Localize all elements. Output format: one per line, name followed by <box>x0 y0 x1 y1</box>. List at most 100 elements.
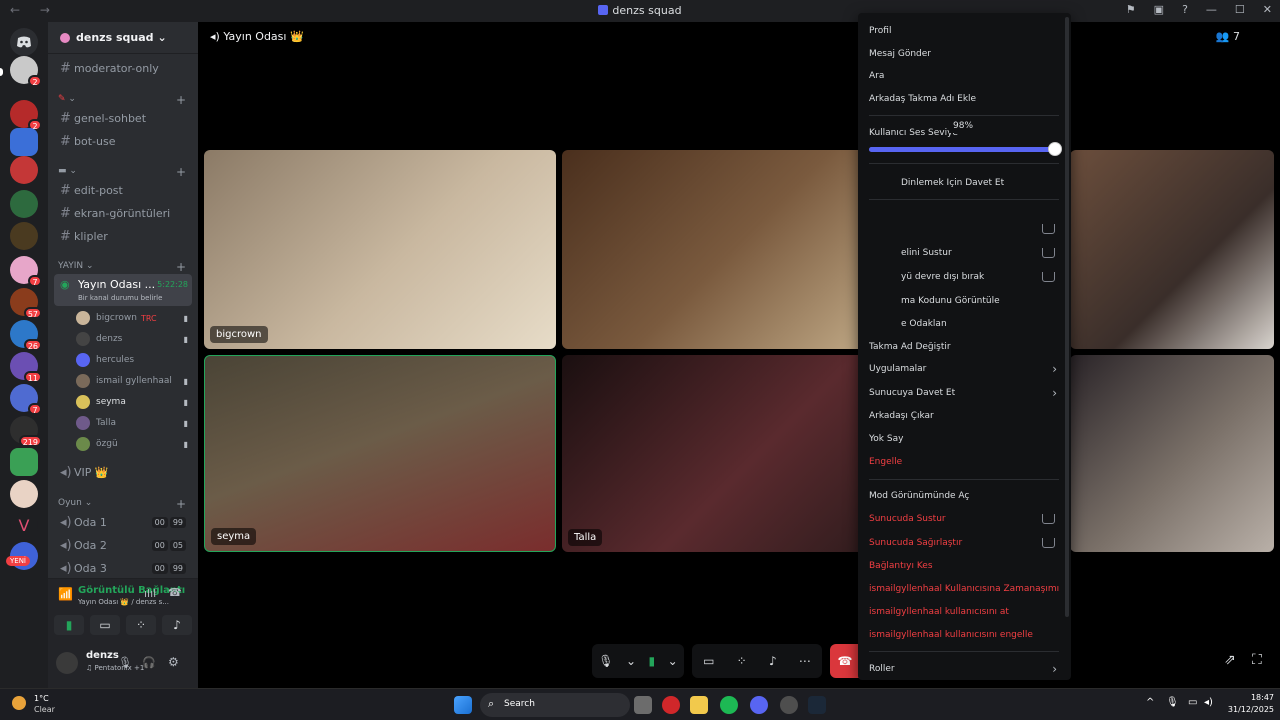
add-channel-icon[interactable]: + <box>176 93 186 107</box>
menu-profile[interactable]: Profil <box>869 26 1061 36</box>
maximize-icon[interactable]: ☐ <box>1235 3 1245 16</box>
discord-home-icon[interactable] <box>10 28 38 56</box>
opera-icon[interactable] <box>662 696 680 714</box>
category-header[interactable]: ▬ ⌄ + <box>58 165 186 179</box>
chevron-down-icon[interactable]: ⌄ <box>626 654 636 668</box>
spotify-icon[interactable] <box>720 696 738 714</box>
menu-disconnect[interactable]: Bağlantıyı Kes <box>869 561 1061 571</box>
taskbar-search[interactable]: ⌕ Search <box>480 693 630 717</box>
close-icon[interactable]: ✕ <box>1263 3 1272 16</box>
category-header[interactable]: ✎ ⌄ + <box>58 93 186 107</box>
soundwave-icon[interactable]: ılıl <box>144 587 156 600</box>
channel-oda-3[interactable]: ◂) Oda 3 00 99 <box>54 558 192 578</box>
menu-roles[interactable]: Roller › <box>869 664 1061 674</box>
volume-slider-handle[interactable] <box>1048 142 1063 156</box>
category-oyun[interactable]: Oyun ⌄ + <box>58 497 186 511</box>
channel-klipler[interactable]: # klipler <box>54 226 192 246</box>
popout-icon[interactable]: ⇗ <box>1224 652 1236 668</box>
display-icon[interactable]: ▭ <box>1188 697 1197 708</box>
channel-moderator-only[interactable]: # moderator-only <box>54 58 192 78</box>
guild-avatar[interactable] <box>10 156 38 184</box>
checkbox[interactable] <box>1042 248 1055 258</box>
channel-oda-1[interactable]: ◂) Oda 1 00 99 <box>54 512 192 532</box>
guild-avatar[interactable]: 11 <box>10 352 42 383</box>
channel-oda-2[interactable]: ◂) Oda 2 00 05 <box>54 535 192 555</box>
checkbox[interactable] <box>1042 538 1055 548</box>
voice-user[interactable]: seyma ▮ <box>76 393 192 411</box>
discord-icon[interactable] <box>750 696 768 714</box>
add-channel-icon[interactable]: + <box>176 260 186 274</box>
chevron-down-icon[interactable]: ⌄ <box>668 654 678 668</box>
video-tile[interactable] <box>1070 150 1274 349</box>
video-tile[interactable] <box>1070 355 1274 552</box>
video-tile-bigcrown[interactable]: bigcrown <box>204 150 556 349</box>
start-icon[interactable] <box>454 696 472 714</box>
help-icon[interactable]: ? <box>1182 3 1188 16</box>
microphone-icon[interactable]: 🎙 <box>118 656 132 669</box>
menu-server-deafen[interactable]: Sunucuda Sağırlaştır <box>869 538 1061 548</box>
channel-vip[interactable]: ◂) VIP 👑 <box>54 462 192 482</box>
guild-avatar[interactable]: 7 <box>10 384 42 415</box>
menu-block[interactable]: Engelle <box>869 457 1061 467</box>
guild-avatar[interactable] <box>10 128 38 156</box>
menu-scrollbar[interactable] <box>1065 17 1069 617</box>
headphones-icon[interactable]: 🎧 <box>142 656 156 669</box>
screen-share-button[interactable]: ▭ <box>90 615 120 635</box>
menu-view-code[interactable]: ma Kodunu Görüntüle <box>869 296 1061 306</box>
screen-share-icon[interactable]: ▭ <box>703 654 714 668</box>
menu-disable-video[interactable]: yü devre dışı bırak <box>869 272 1061 282</box>
file-explorer-icon[interactable] <box>690 696 708 714</box>
microphone-icon[interactable]: 🎙 <box>598 654 613 668</box>
steam-icon[interactable] <box>808 696 826 714</box>
menu-focus[interactable]: e Odaklan <box>869 319 1061 329</box>
guild-avatar[interactable] <box>10 222 38 250</box>
voice-user[interactable]: bigcrown TRC ▮ <box>76 309 192 327</box>
checkbox[interactable] <box>1042 272 1055 282</box>
camera-toggle-button[interactable]: ▮ <box>54 615 84 635</box>
menu-server-mute[interactable]: Sunucuda Sustur <box>869 514 1061 524</box>
voice-user[interactable]: hercules <box>76 351 192 369</box>
app-icon[interactable] <box>780 696 798 714</box>
menu-apps[interactable]: Uygulamalar › <box>869 364 1061 374</box>
weather-icon[interactable] <box>12 696 26 710</box>
channel-edit-post[interactable]: # edit-post <box>54 180 192 200</box>
task-view-icon[interactable] <box>634 696 652 714</box>
add-channel-icon[interactable]: + <box>176 165 186 179</box>
guild-avatar[interactable]: 219 <box>10 416 42 447</box>
inbox-icon[interactable]: ⚑ <box>1126 3 1136 16</box>
video-tile-seyma[interactable]: seyma <box>204 355 556 552</box>
menu-add-nickname[interactable]: Arkadaş Takma Adı Ekle <box>869 94 1061 104</box>
window-icon[interactable]: ▣ <box>1154 3 1164 16</box>
gear-icon[interactable]: ⚙ <box>168 655 179 669</box>
activities-icon[interactable]: ⁘ <box>737 654 747 668</box>
voice-user[interactable]: ismail gyllenhaal ▮ <box>76 372 192 390</box>
minimize-icon[interactable]: — <box>1206 3 1217 16</box>
guild-avatar[interactable]: 2 <box>10 56 42 87</box>
menu-call[interactable]: Ara <box>869 71 1061 81</box>
menu-send-message[interactable]: Mesaj Gönder <box>869 49 1061 59</box>
category-yayin[interactable]: YAYIN ⌄ + <box>58 260 186 274</box>
menu-kick[interactable]: ismailgyllenhaal kullanıcısını at <box>869 607 1061 617</box>
server-header[interactable]: denzs squad ⌄ ⚇ <box>48 22 230 54</box>
guild-avatar[interactable] <box>10 190 38 218</box>
guild-avatar[interactable] <box>10 448 38 476</box>
menu-timeout[interactable]: ismailgyllenhaal Kullanıcısına Zamanaşım… <box>869 584 1061 594</box>
menu-checkbox-row[interactable] <box>869 224 1061 234</box>
camera-icon[interactable]: ▮ <box>649 654 656 668</box>
more-icon[interactable]: ⋯ <box>799 654 811 668</box>
channel-genel-sohbet[interactable]: # genel-sohbet <box>54 108 192 128</box>
guild-avatar[interactable] <box>10 480 38 508</box>
avatar[interactable] <box>56 652 78 674</box>
volume-icon[interactable]: ◂) <box>1204 697 1213 708</box>
add-channel-icon[interactable]: + <box>176 497 186 511</box>
menu-change-nickname[interactable]: Takma Ad Değiştir <box>869 342 1061 352</box>
leave-call-button[interactable]: ☎ <box>830 644 860 678</box>
tray-chevron-icon[interactable]: ^ <box>1146 697 1154 708</box>
guild-avatar[interactable]: 7 <box>10 256 42 287</box>
guild-avatar[interactable]: 26 <box>10 320 42 351</box>
disconnect-icon[interactable]: ☎ <box>168 586 182 599</box>
menu-invite-listen[interactable]: Dinlemek İçin Davet Et <box>869 178 1061 188</box>
voice-user[interactable]: Talla ▮ <box>76 414 192 432</box>
menu-mod-view[interactable]: Mod Görünümünde Aç <box>869 491 1061 501</box>
menu-ban[interactable]: ismailgyllenhaal kullanıcısını engelle <box>869 630 1061 640</box>
